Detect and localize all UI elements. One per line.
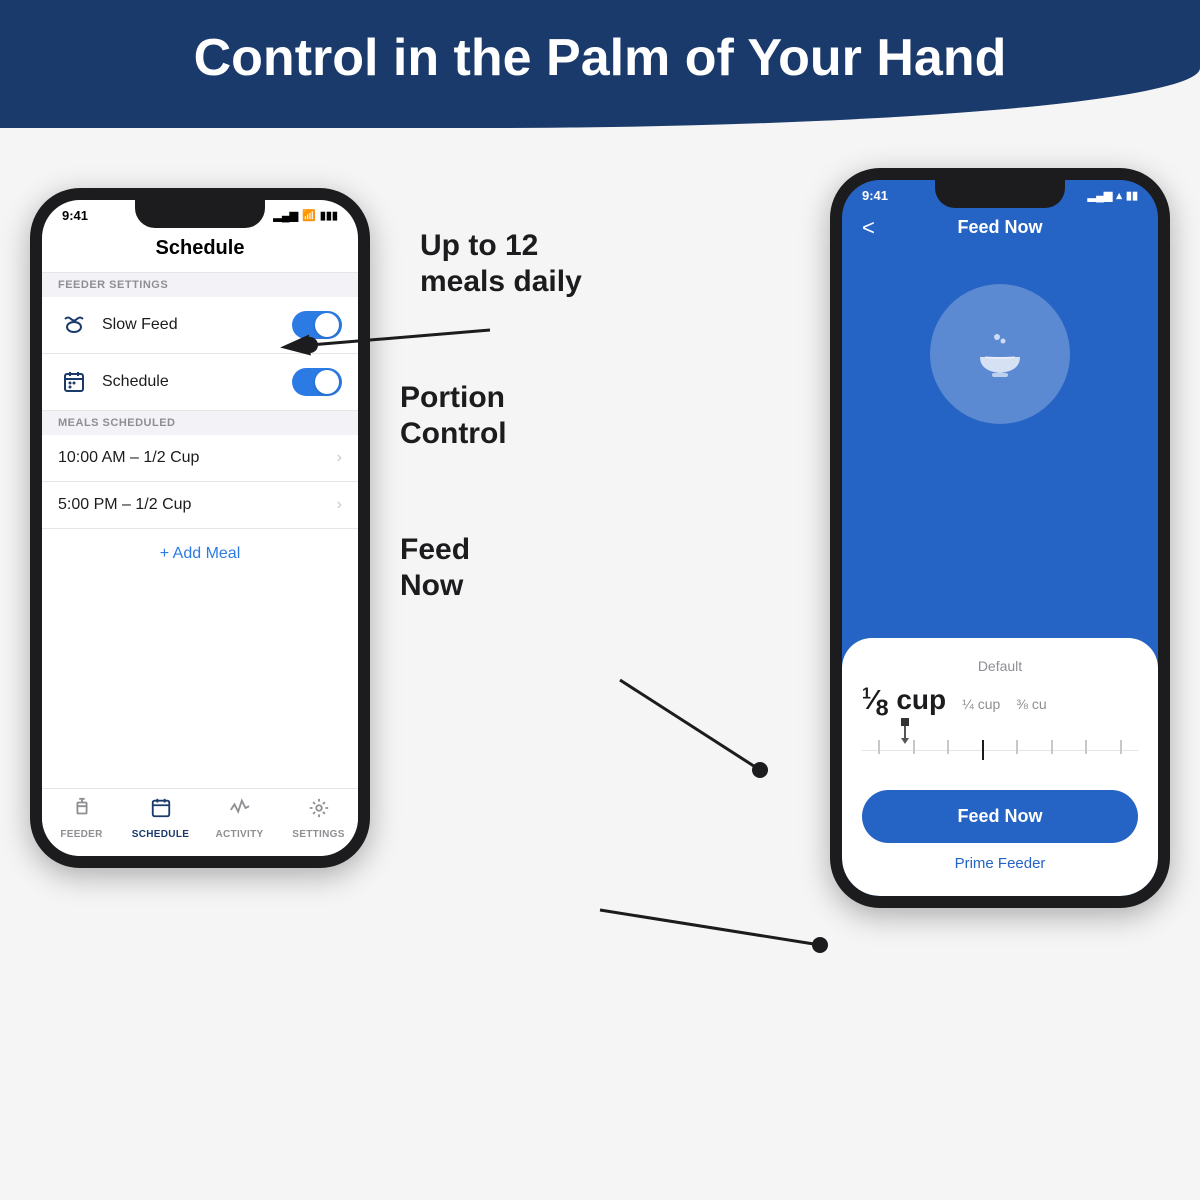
schedule-tab-icon — [150, 797, 172, 825]
left-phone-screen: 9:41 ▂▄▆ 📶 ▮▮▮ Schedule FEEDER SETTINGS — [42, 200, 358, 856]
annotation-feed: Feed Now — [400, 532, 810, 604]
tab-feeder-label: FEEDER — [60, 829, 102, 840]
portion-quarter: ¼ cup — [962, 696, 1000, 712]
tick-1 — [878, 740, 880, 754]
portion-three-eighths: ⅜ cu — [1016, 696, 1046, 712]
time-left: 9:41 — [62, 208, 88, 223]
status-icons-left: ▂▄▆ 📶 ▮▮▮ — [273, 209, 338, 222]
status-icons-right: ▂▄▆ ▴ ▮▮ — [1088, 189, 1138, 202]
tab-settings-label: SETTINGS — [292, 829, 344, 840]
annotation-feed-line2: Now — [400, 568, 810, 604]
tab-bar: FEEDER SCHEDULE — [42, 788, 358, 856]
left-phone: 9:41 ▂▄▆ 📶 ▮▮▮ Schedule FEEDER SETTINGS — [30, 188, 370, 868]
wifi-icon: 📶 — [302, 209, 316, 222]
schedule-row[interactable]: Schedule — [42, 354, 358, 411]
schedule-toggle[interactable] — [292, 368, 342, 396]
tab-activity-label: ACTIVITY — [216, 829, 264, 840]
feeder-settings-header: FEEDER SETTINGS — [42, 273, 358, 297]
signal-icon-right: ▂▄▆ — [1088, 189, 1113, 202]
right-phone: 9:41 ▂▄▆ ▴ ▮▮ < Feed Now — [830, 168, 1170, 908]
feed-now-button[interactable]: Feed Now — [862, 790, 1138, 843]
tick-active — [982, 740, 984, 760]
schedule-icon — [58, 366, 90, 398]
tab-activity[interactable]: ACTIVITY — [200, 797, 279, 840]
schedule-label: Schedule — [102, 373, 280, 391]
header-title: Control in the Palm of Your Hand — [40, 28, 1160, 88]
annotation-portion-line1: Portion — [400, 380, 810, 416]
bowl-area — [842, 254, 1158, 464]
schedule-title: Schedule — [42, 227, 358, 273]
activity-tab-icon — [229, 797, 251, 825]
right-nav: < Feed Now — [842, 207, 1158, 254]
main-content: 9:41 ▂▄▆ 📶 ▮▮▮ Schedule FEEDER SETTINGS — [0, 128, 1200, 928]
back-button[interactable]: < — [862, 215, 875, 241]
annotation-portion: Portion Control — [400, 380, 810, 452]
portion-options: ¼ cup ⅜ cu — [962, 696, 1047, 712]
annotation-portion-line2: Control — [400, 416, 810, 452]
annotation-meals: Up to 12 meals daily — [420, 228, 810, 300]
chevron-2: › — [337, 496, 342, 514]
slow-feed-label: Slow Feed — [102, 316, 280, 334]
tick-8 — [1120, 740, 1122, 754]
slow-feed-toggle[interactable] — [292, 311, 342, 339]
tick-2 — [913, 740, 915, 754]
bottom-panel: Default 1⁄8 cup ¼ cup ⅜ cu — [842, 638, 1158, 896]
meal-row-1[interactable]: 10:00 AM – 1/2 Cup › — [42, 435, 358, 482]
slow-feed-row[interactable]: Slow Feed — [42, 297, 358, 354]
tab-schedule-label: SCHEDULE — [132, 829, 189, 840]
annotations: Up to 12 meals daily Portion Control Fee… — [390, 168, 810, 604]
signal-icon: ▂▄▆ — [273, 209, 298, 222]
bowl-circle — [930, 284, 1070, 424]
default-label: Default — [862, 658, 1138, 674]
right-phone-screen: 9:41 ▂▄▆ ▴ ▮▮ < Feed Now — [842, 180, 1158, 896]
tick-3 — [947, 740, 949, 754]
meal-text-2: 5:00 PM – 1/2 Cup — [58, 496, 191, 514]
tab-schedule[interactable]: SCHEDULE — [121, 797, 200, 840]
wifi-icon-right: ▴ — [1116, 189, 1122, 202]
portion-display: 1⁄8 cup ¼ cup ⅜ cu — [862, 684, 1138, 722]
meals-scheduled-header: MEALS SCHEDULED — [42, 411, 358, 435]
tick-5 — [1016, 740, 1018, 754]
battery-icon: ▮▮▮ — [320, 209, 338, 222]
annotation-meals-line2: meals daily — [420, 264, 810, 300]
feed-now-title: Feed Now — [957, 217, 1042, 238]
feeder-tab-icon — [71, 797, 93, 825]
slider-area[interactable] — [862, 730, 1138, 770]
tick-6 — [1051, 740, 1053, 754]
meal-row-2[interactable]: 5:00 PM – 1/2 Cup › — [42, 482, 358, 529]
chevron-1: › — [337, 449, 342, 467]
slow-feed-icon — [58, 309, 90, 341]
portion-selected: 1⁄8 cup — [862, 684, 946, 722]
tab-feeder[interactable]: FEEDER — [42, 797, 121, 840]
header: Control in the Palm of Your Hand — [0, 0, 1200, 128]
notch-right — [935, 180, 1065, 208]
settings-tab-icon — [308, 797, 330, 825]
tab-settings[interactable]: SETTINGS — [279, 797, 358, 840]
annotation-meals-line1: Up to 12 — [420, 228, 810, 264]
time-right: 9:41 — [862, 188, 888, 203]
annotation-feed-line1: Feed — [400, 532, 810, 568]
prime-feeder-link[interactable]: Prime Feeder — [862, 855, 1138, 872]
battery-icon-right: ▮▮ — [1126, 189, 1138, 202]
meal-text-1: 10:00 AM – 1/2 Cup — [58, 449, 199, 467]
tick-7 — [1085, 740, 1087, 754]
notch-left — [135, 200, 265, 228]
add-meal-button[interactable]: + Add Meal — [42, 529, 358, 579]
